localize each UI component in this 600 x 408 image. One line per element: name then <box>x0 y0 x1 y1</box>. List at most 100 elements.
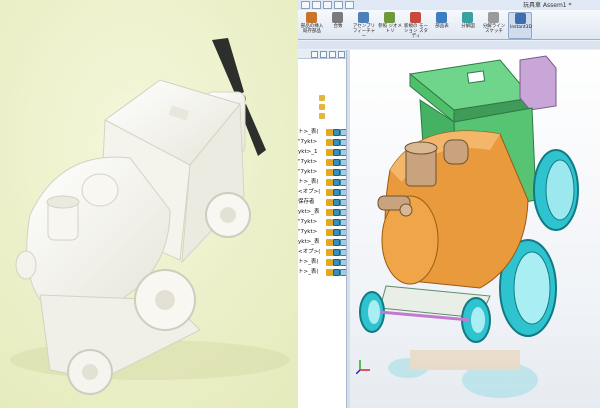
part-icon <box>333 249 340 256</box>
mate-button[interactable]: 合致 <box>326 12 350 39</box>
component-icon <box>326 189 333 196</box>
assembly-feature-label: アセンブリ フィーチャー <box>352 24 376 39</box>
part-icon <box>333 179 340 186</box>
open-file-icon[interactable] <box>312 1 321 9</box>
motion-study-icon <box>410 12 421 23</box>
insert-component-button[interactable]: 部品の挿入 既存部品 <box>300 12 324 39</box>
front-plane-icon[interactable] <box>319 113 325 119</box>
new-motion-study-button[interactable]: 新規の モーション スタディ <box>404 12 428 39</box>
bom-label: 部品表 <box>435 24 449 29</box>
assembly-feature-button[interactable]: アセンブリ フィーチャー <box>352 12 376 39</box>
heads-up-view-toolbar: ⌕⌕↶◧◈◩◐●▣ <box>520 41 592 58</box>
part-icon <box>333 189 340 196</box>
feature-manager-tab-icon[interactable] <box>311 51 318 58</box>
part-icon <box>333 259 340 266</box>
property-manager-tab-icon[interactable] <box>320 51 327 58</box>
part-icon <box>340 189 346 196</box>
tree-item-label: 保存者 <box>298 199 315 205</box>
part-icon <box>340 169 346 176</box>
explode-line-sketch-label: 分解ライン スケッチ <box>482 24 506 34</box>
component-icon <box>326 209 333 216</box>
tree-item[interactable]: 保存者 <box>298 198 346 207</box>
part-icon <box>340 129 346 136</box>
component-icon <box>326 269 333 276</box>
tree-item-label: ト>_表( <box>298 269 319 275</box>
component-icon <box>326 159 333 166</box>
tree-item-label: "7ykt> <box>298 229 318 235</box>
part-icon <box>340 149 346 156</box>
save-icon[interactable] <box>323 1 332 9</box>
assembly-feature-icon <box>358 12 369 23</box>
tree-item-label: "7ykt> <box>298 139 318 145</box>
bill-of-materials-button[interactable]: 部品表 <box>430 12 454 39</box>
tree-item-label: ykt>_表 <box>298 239 320 245</box>
component-icon <box>326 169 333 176</box>
title-bar: 玩具車 Assem1 * <box>298 0 600 10</box>
part-icon <box>333 229 340 236</box>
component-icon <box>326 149 333 156</box>
reference-geometry-button[interactable]: 参照 ジオメトリ <box>378 12 402 39</box>
part-icon <box>340 219 346 226</box>
undo-icon[interactable] <box>345 1 354 9</box>
part-icon <box>333 219 340 226</box>
coordinate-triad-icon <box>356 360 370 374</box>
tree-item[interactable]: "7ykt> <box>298 218 346 227</box>
exploded-view-button[interactable]: 分解図 <box>456 12 480 39</box>
instant3d-icon <box>515 13 526 24</box>
sensors-icon[interactable] <box>319 95 325 101</box>
component-icon <box>326 249 333 256</box>
configuration-manager-tab-icon[interactable] <box>329 51 336 58</box>
component-icon <box>326 229 333 236</box>
part-icon <box>333 239 340 246</box>
explode-line-sketch-button[interactable]: 分解ライン スケッチ <box>482 12 506 39</box>
tree-item-label: ト>_表( <box>298 259 319 265</box>
tree-item[interactable]: ykt>_表 <box>298 238 346 247</box>
tree-item[interactable]: <オプ>( <box>298 248 346 257</box>
motion-study-label: 新規の モーション スタディ <box>404 24 428 39</box>
train-assembly-model <box>359 55 579 398</box>
tree-item[interactable]: ト>_表( <box>298 128 346 137</box>
reference-geometry-label: 参照 ジオメトリ <box>378 24 402 34</box>
tree-item[interactable]: ykt>_表 <box>298 208 346 217</box>
mate-label: 合致 <box>333 24 343 29</box>
tree-item[interactable]: ト>_表( <box>298 268 346 277</box>
insert-component-icon <box>306 12 317 23</box>
part-icon <box>333 169 340 176</box>
component-icon <box>326 239 333 246</box>
component-icon <box>326 139 333 146</box>
component-icon <box>326 259 333 266</box>
instant3d-button[interactable]: Instant3D <box>508 12 532 39</box>
tree-item[interactable]: ykt>_1 <box>298 148 346 157</box>
print-icon[interactable] <box>334 1 343 9</box>
tree-item-label: <オプ>( <box>298 189 321 195</box>
tree-item-label: ykt>_1 <box>298 149 318 155</box>
part-icon <box>340 259 346 266</box>
tree-item[interactable]: <オプ>( <box>298 188 346 197</box>
tree-item-label: "7ykt> <box>298 169 318 175</box>
part-icon <box>333 139 340 146</box>
tree-item[interactable]: "7ykt> <box>298 138 346 147</box>
dim-xpert-tab-icon[interactable] <box>338 51 345 58</box>
reference-geometry-icon <box>384 12 395 23</box>
feature-manager-tree: ト>_表( "7ykt> ykt>_1 "7ykt> "7ykt> ト>_表( … <box>298 50 347 408</box>
cad-application-window: 玩具車 Assem1 * 部品の挿入 既存部品 合致 アセンブリ フィーチャー … <box>298 0 600 408</box>
part-icon <box>333 149 340 156</box>
part-icon <box>340 179 346 186</box>
manager-tabs <box>298 50 346 59</box>
annotations-icon[interactable] <box>319 104 325 110</box>
tree-item[interactable]: "7ykt> <box>298 168 346 177</box>
part-icon <box>333 129 340 136</box>
tree-item-label: ト>_表( <box>298 179 319 185</box>
insert-component-label: 部品の挿入 既存部品 <box>300 24 324 34</box>
document-title: 玩具車 Assem1 * <box>523 2 572 9</box>
tree-item[interactable]: "7ykt> <box>298 158 346 167</box>
tree-item-label: <オプ>( <box>298 249 321 255</box>
bom-icon <box>436 12 447 23</box>
tree-item-label: "7ykt> <box>298 219 318 225</box>
new-file-icon[interactable] <box>301 1 310 9</box>
tree-item[interactable]: "7ykt> <box>298 228 346 237</box>
tree-item[interactable]: ト>_表( <box>298 178 346 187</box>
tree-item[interactable]: ト>_表( <box>298 258 346 267</box>
graphics-viewport[interactable] <box>350 50 600 408</box>
component-icon <box>326 179 333 186</box>
